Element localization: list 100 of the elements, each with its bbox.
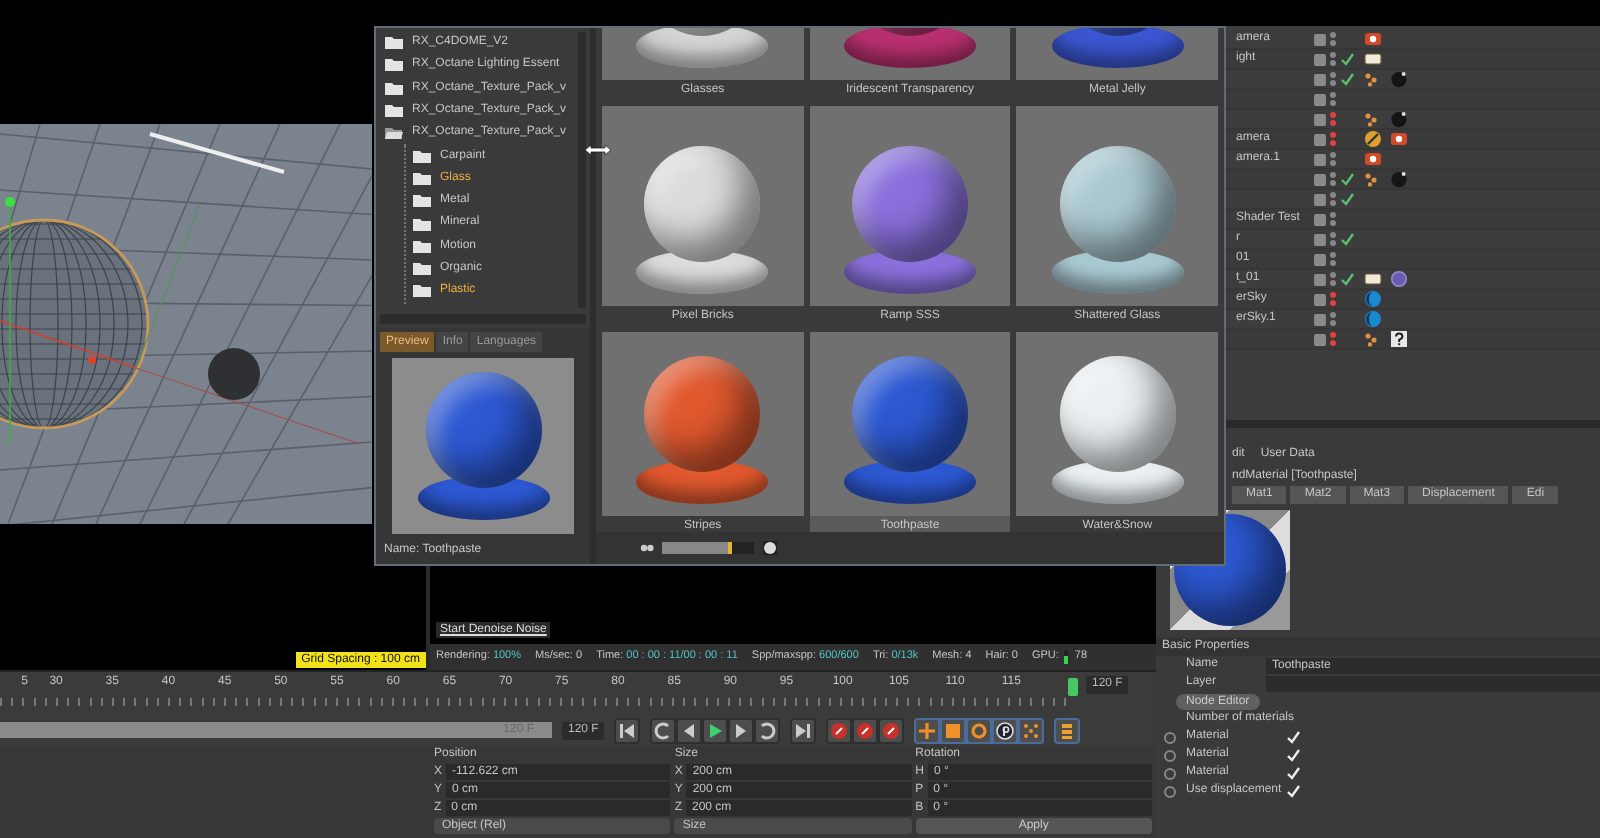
square-icon: [944, 721, 963, 739]
layer-square-icon[interactable]: [1314, 233, 1326, 245]
camera-tag-icon[interactable]: [1364, 30, 1382, 48]
question-tag-icon[interactable]: [1390, 330, 1408, 348]
ball-tag-icon[interactable]: [1390, 110, 1408, 128]
skip-end-icon: [794, 721, 813, 739]
playhead-marker[interactable]: [1068, 678, 1078, 696]
layer-square-icon[interactable]: [1314, 53, 1326, 65]
layer-square-icon[interactable]: [1314, 293, 1326, 305]
pedestal-drawing: [843, 28, 976, 68]
rotate-key-button[interactable]: [968, 719, 991, 741]
tick-icon: [1286, 784, 1300, 798]
visibility-dots-icon[interactable]: [1330, 72, 1336, 86]
tick-icon: [1286, 730, 1300, 744]
layer-square-icon[interactable]: [1314, 313, 1326, 325]
ball-tag-icon[interactable]: [1390, 70, 1408, 88]
visibility-dots-icon[interactable]: [1330, 132, 1336, 146]
visibility-dots-icon[interactable]: [1330, 92, 1336, 106]
keyframe-selection-button[interactable]: [880, 719, 903, 741]
ring-icon: [970, 721, 989, 739]
next-key-button[interactable]: [756, 719, 779, 741]
checkbox[interactable]: [1286, 784, 1300, 798]
go-to-end-button[interactable]: [792, 719, 815, 741]
circle-icon: [856, 721, 875, 739]
parameter-icon: [996, 721, 1015, 739]
timeline-button[interactable]: [1056, 719, 1079, 741]
play-icon: [706, 721, 725, 739]
visibility-dots-icon[interactable]: [1330, 232, 1336, 246]
thumbnail-size-slider[interactable]: [662, 542, 754, 554]
visibility-dots-icon[interactable]: [1330, 272, 1336, 286]
layer-square-icon[interactable]: [1314, 333, 1326, 345]
layer-square-icon[interactable]: [1314, 253, 1326, 265]
dots-tag-icon[interactable]: [1364, 170, 1382, 188]
checkbox[interactable]: [1286, 730, 1300, 744]
tick-icon: [1286, 748, 1300, 762]
circle-tag-icon[interactable]: [1390, 270, 1408, 288]
large-sphere-icon: [762, 540, 778, 556]
step-back-icon: [680, 721, 699, 739]
circle-icon: [882, 721, 901, 739]
light-tag-icon[interactable]: [1364, 270, 1382, 288]
visibility-dots-icon[interactable]: [1330, 172, 1336, 186]
expand-circle-icon[interactable]: [1164, 749, 1176, 761]
striped-circle-tag-icon[interactable]: [1364, 130, 1382, 148]
pedestal-drawing: [636, 28, 769, 68]
previous-frame-button[interactable]: [678, 719, 701, 741]
grid-dots-icon: [1022, 721, 1041, 739]
visibility-dots-icon[interactable]: [1330, 252, 1336, 266]
expand-circle-icon[interactable]: [1164, 785, 1176, 797]
layer-square-icon[interactable]: [1314, 113, 1326, 125]
sky-tag-icon[interactable]: [1364, 310, 1382, 328]
autokey-button[interactable]: [854, 719, 877, 741]
visibility-dots-icon[interactable]: [1330, 332, 1336, 346]
camera-tag-icon[interactable]: [1390, 130, 1408, 148]
visibility-dots-icon[interactable]: [1330, 292, 1336, 306]
checkbox[interactable]: [1286, 748, 1300, 762]
layer-square-icon[interactable]: [1314, 33, 1326, 45]
stacked-bars-icon: [1058, 721, 1077, 739]
record-button[interactable]: [828, 719, 851, 741]
layer-square-icon[interactable]: [1314, 73, 1326, 85]
visibility-dots-icon[interactable]: [1330, 52, 1336, 66]
go-to-start-button[interactable]: [616, 719, 639, 741]
previous-key-button[interactable]: [652, 719, 675, 741]
layer-square-icon[interactable]: [1314, 213, 1326, 225]
next-frame-button[interactable]: [730, 719, 753, 741]
tick-icon: [1286, 766, 1300, 780]
object-row[interactable]: [1224, 170, 1600, 190]
visibility-dots-icon[interactable]: [1330, 192, 1336, 206]
visibility-dots-icon[interactable]: [1330, 212, 1336, 226]
layer-square-icon[interactable]: [1314, 93, 1326, 105]
layer-square-icon[interactable]: [1314, 173, 1326, 185]
pedestal-drawing: [1051, 28, 1184, 68]
dots-tag-icon[interactable]: [1364, 70, 1382, 88]
layer-square-icon[interactable]: [1314, 153, 1326, 165]
circle-icon: [830, 721, 849, 739]
play-button[interactable]: [704, 719, 727, 741]
layer-square-icon[interactable]: [1314, 193, 1326, 205]
dots-tag-icon[interactable]: [1364, 330, 1382, 348]
scale-key-button[interactable]: [942, 719, 965, 741]
cross-arrows-icon: [918, 721, 937, 739]
visibility-dots-icon[interactable]: [1330, 32, 1336, 46]
expand-circle-icon[interactable]: [1164, 731, 1176, 743]
layer-square-icon[interactable]: [1314, 273, 1326, 285]
parameter-key-button[interactable]: [994, 719, 1017, 741]
expand-circle-icon[interactable]: [1164, 767, 1176, 779]
visibility-dots-icon[interactable]: [1330, 312, 1336, 326]
point-level-button[interactable]: [1020, 719, 1043, 741]
ball-tag-icon[interactable]: [1390, 170, 1408, 188]
small-spheres-icon: [640, 542, 654, 554]
skip-start-icon: [618, 721, 637, 739]
move-key-button[interactable]: [916, 719, 939, 741]
camera-tag-icon[interactable]: [1364, 150, 1382, 168]
object-row[interactable]: [1224, 330, 1600, 350]
step-forward-icon: [732, 721, 751, 739]
visibility-dots-icon[interactable]: [1330, 152, 1336, 166]
light-tag-icon[interactable]: [1364, 50, 1382, 68]
dots-tag-icon[interactable]: [1364, 110, 1382, 128]
gpu-meter: [1064, 650, 1069, 664]
layer-square-icon[interactable]: [1314, 133, 1326, 145]
visibility-dots-icon[interactable]: [1330, 112, 1336, 126]
checkbox[interactable]: [1286, 766, 1300, 780]
